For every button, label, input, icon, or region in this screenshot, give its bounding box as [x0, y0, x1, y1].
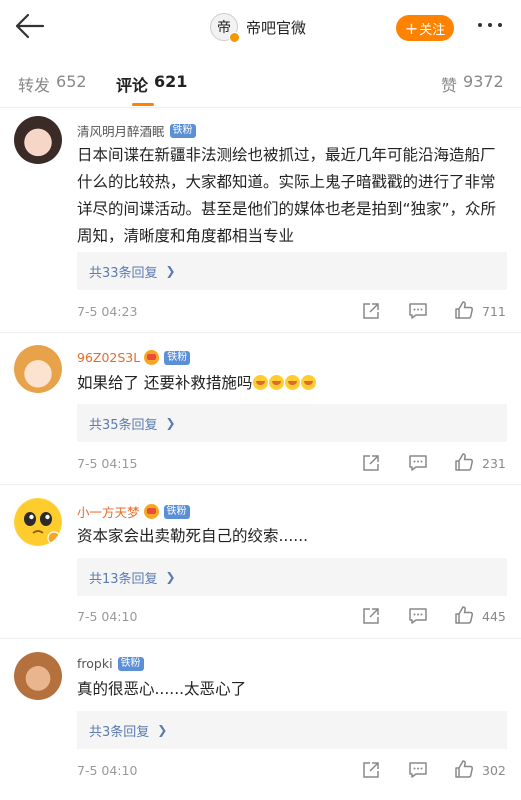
top-bar: 帝 帝吧官微 + 关注	[0, 0, 521, 52]
chevron-right-icon: ❯	[157, 723, 168, 737]
thumbs-up-icon[interactable]	[454, 300, 474, 320]
replies-label: 共3条回复	[89, 724, 150, 740]
crying-emoji-icon	[269, 375, 285, 390]
like-count: 302	[482, 763, 506, 778]
comment-text: 如果给了 还要补救措施吗	[77, 374, 253, 392]
fan-badge: 铁粉	[117, 656, 144, 671]
comment-icon[interactable]	[408, 760, 428, 780]
fan-badge: 铁粉	[163, 504, 190, 519]
avatar[interactable]	[14, 652, 62, 700]
replies-label: 共13条回复	[89, 571, 158, 587]
comment-username[interactable]: 清风明月醉酒眠	[77, 121, 165, 140]
thumbs-up-icon[interactable]	[454, 452, 474, 472]
view-replies-link[interactable]: 共33条回复 ❯	[77, 252, 507, 290]
tab-comments[interactable]: 评论 621	[116, 72, 187, 96]
comment-icon[interactable]	[408, 453, 428, 473]
share-icon[interactable]	[361, 760, 381, 780]
tab-label: 赞	[441, 76, 458, 95]
divider	[0, 484, 521, 485]
comment-username-row: 清风明月醉酒眠 铁粉	[77, 121, 196, 140]
crown-icon	[143, 504, 159, 519]
view-replies-link[interactable]: 共13条回复 ❯	[77, 558, 507, 596]
follow-button[interactable]: + 关注	[396, 15, 454, 41]
view-replies-link[interactable]: 共3条回复 ❯	[77, 711, 507, 749]
tab-likes[interactable]: 赞 9372	[441, 72, 504, 96]
chevron-right-icon: ❯	[165, 264, 176, 278]
comment-username[interactable]: fropki	[77, 656, 113, 671]
comment-text: 资本家会出卖勒死自己的绞索......	[77, 527, 309, 545]
like-count: 711	[482, 304, 506, 319]
comment-text-row: 如果给了 还要补救措施吗	[77, 370, 507, 397]
back-arrow-icon[interactable]	[12, 10, 46, 42]
account-header[interactable]: 帝 帝吧官微	[210, 12, 307, 43]
tab-label: 评论	[116, 76, 149, 95]
replies-label: 共35条回复	[89, 417, 158, 433]
comment-username[interactable]: 96Z02S3L	[77, 350, 140, 365]
tab-count: 621	[154, 72, 188, 91]
tab-count: 9372	[463, 72, 504, 91]
emoji-face-icon	[15, 499, 61, 545]
active-tab-indicator	[132, 103, 154, 106]
chevron-right-icon: ❯	[165, 570, 176, 584]
comment-time: 7-5 04:15	[77, 456, 138, 471]
comment-icon[interactable]	[408, 606, 428, 626]
like-count: 231	[482, 456, 506, 471]
more-dots-icon[interactable]	[478, 23, 502, 27]
comment-time: 7-5 04:23	[77, 304, 138, 319]
crying-emoji-icon	[253, 375, 269, 390]
tab-label: 转发	[18, 76, 51, 95]
comment-text: 真的很恶心......太恶心了	[77, 680, 247, 698]
tab-count: 652	[56, 72, 87, 91]
divider	[0, 332, 521, 333]
comment-username[interactable]: 小一方天梦	[77, 502, 140, 521]
comment-time: 7-5 04:10	[77, 609, 138, 624]
avatar[interactable]	[14, 345, 62, 393]
divider	[0, 638, 521, 639]
comment-time: 7-5 04:10	[77, 763, 138, 778]
crying-emoji-icon	[301, 375, 317, 390]
avatar[interactable]	[14, 116, 62, 164]
comment-icon[interactable]	[408, 301, 428, 321]
comment-text: 日本间谍在新疆非法测绘也被抓过，最近几年可能沿海造船厂什么的比较热，大家都知道。…	[77, 146, 497, 245]
tab-bar: 转发 652 评论 621 赞 9372	[0, 60, 521, 108]
like-count: 445	[482, 609, 506, 624]
plus-icon: +	[404, 18, 419, 38]
tab-reposts[interactable]: 转发 652	[18, 72, 87, 96]
comment-username-row: 小一方天梦 铁粉	[77, 502, 190, 521]
view-replies-link[interactable]: 共35条回复 ❯	[77, 404, 507, 442]
share-icon[interactable]	[361, 301, 381, 321]
follow-label: 关注	[419, 22, 446, 38]
verified-icon	[229, 32, 240, 43]
fan-badge: 铁粉	[164, 350, 191, 365]
crying-emoji-icon	[285, 375, 301, 390]
crown-icon	[144, 350, 160, 365]
replies-label: 共33条回复	[89, 265, 158, 281]
account-name: 帝吧官微	[246, 18, 307, 37]
share-icon[interactable]	[361, 453, 381, 473]
avatar[interactable]	[14, 498, 62, 546]
chevron-right-icon: ❯	[165, 416, 176, 430]
account-avatar: 帝	[210, 13, 240, 43]
comment-username-row: 96Z02S3L 铁粉	[77, 350, 191, 365]
thumbs-up-icon[interactable]	[454, 605, 474, 625]
thumbs-up-icon[interactable]	[454, 759, 474, 779]
fan-badge: 铁粉	[169, 123, 196, 138]
share-icon[interactable]	[361, 606, 381, 626]
comment-username-row: fropki 铁粉	[77, 656, 144, 671]
